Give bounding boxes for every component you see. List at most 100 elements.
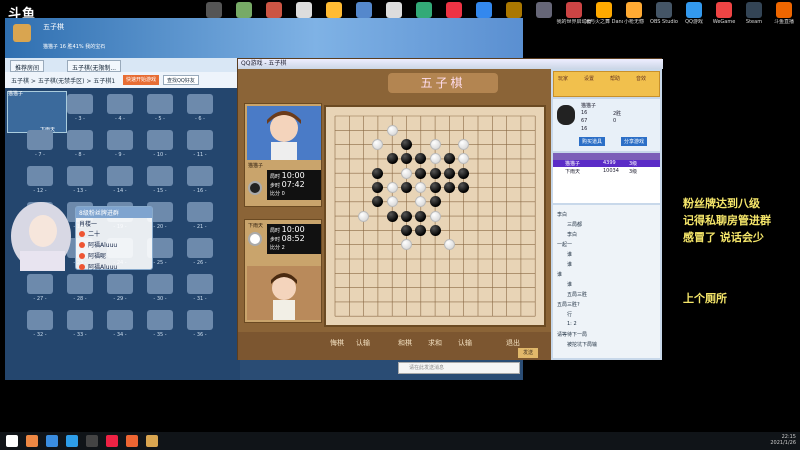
lobby-table[interactable] xyxy=(67,166,93,186)
lobby-table[interactable] xyxy=(147,310,173,330)
black-stone xyxy=(429,167,441,179)
info-rate: 0 xyxy=(613,118,617,124)
lobby-table[interactable] xyxy=(107,310,133,330)
draw-button[interactable]: 和棋 xyxy=(398,338,412,348)
lobby-table[interactable] xyxy=(187,130,213,150)
list-rank: 4399 xyxy=(603,160,616,166)
black-stone xyxy=(401,210,412,222)
lobby-table[interactable] xyxy=(107,94,133,114)
player2-avatar-icon xyxy=(247,266,321,320)
lobby-table[interactable] xyxy=(67,130,93,150)
player2-card: 下雨天 局时 10:00 步时 08:52 比分 2 xyxy=(244,219,322,323)
start-icon[interactable] xyxy=(6,435,18,447)
white-stone xyxy=(386,182,398,193)
tab-players[interactable]: 玩家 xyxy=(558,75,568,82)
lobby-table[interactable] xyxy=(27,274,53,294)
lobby-table[interactable] xyxy=(187,310,213,330)
peace-button[interactable]: 求和 xyxy=(428,338,442,348)
white-stone xyxy=(443,239,455,251)
table-number: - 13 - xyxy=(73,188,87,194)
table-number: - 30 - xyxy=(153,296,167,302)
lobby-table[interactable] xyxy=(67,310,93,330)
active-table[interactable] xyxy=(7,91,67,133)
game-icon xyxy=(13,24,31,42)
lobby-table[interactable] xyxy=(67,94,93,114)
table-number: - 3 - xyxy=(75,116,85,122)
table-number: - 8 - xyxy=(75,152,85,158)
chat-message: 三局都 xyxy=(567,222,583,228)
resign-button[interactable]: 认输 xyxy=(356,338,370,348)
table-number: - 35 - xyxy=(153,332,167,338)
lobby-table[interactable] xyxy=(147,274,173,294)
exit-button[interactable]: 退出 xyxy=(506,338,520,348)
chrome-icon[interactable] xyxy=(26,435,38,447)
share-game-button[interactable]: 分享游戏 xyxy=(621,137,648,146)
tab-sound[interactable]: 音效 xyxy=(636,75,646,82)
desktop-shortcut-icon[interactable]: 斗鱼直播 xyxy=(765,2,800,32)
chat-message: 五局三胜? xyxy=(557,302,580,308)
black-stone xyxy=(443,182,455,193)
send-button[interactable]: 发送 xyxy=(518,348,538,358)
side-text-1: 粉丝牌达到八级 xyxy=(683,197,760,210)
tab-gomoku[interactable]: 五子棋(无限制... xyxy=(67,60,122,72)
lobby-table[interactable] xyxy=(147,130,173,150)
game-control-bar: 悔棋 认输 和棋 求和 认输 退出 xyxy=(238,332,553,360)
player2-timer: 局时 10:00 步时 08:52 比分 2 xyxy=(267,224,321,254)
player2-total-time: 10:00 xyxy=(281,225,305,234)
shortcut-image-icon xyxy=(566,2,582,18)
lobby-table[interactable] xyxy=(147,166,173,186)
chat-input[interactable]: 请在此发送消息 xyxy=(398,362,520,374)
lobby-table[interactable] xyxy=(107,274,133,294)
lobby-table[interactable] xyxy=(27,130,53,150)
shortcut-image-icon xyxy=(506,2,522,18)
table-number: - 15 - xyxy=(153,188,167,194)
fan-card-header: 8级粉丝牌进群 xyxy=(76,207,152,218)
tab-settings[interactable]: 设置 xyxy=(584,75,594,82)
gomoku-taskbar-icon[interactable] xyxy=(146,435,158,447)
lobby-table[interactable] xyxy=(187,238,213,258)
lobby-table[interactable] xyxy=(107,130,133,150)
list-rank: 10034 xyxy=(603,168,619,174)
list-header xyxy=(553,153,660,160)
table-number: - 9 - xyxy=(115,152,125,158)
info-total: 67 xyxy=(581,118,588,124)
lobby-table[interactable] xyxy=(27,166,53,186)
buy-items-button[interactable]: 购买道具 xyxy=(579,137,606,146)
app-icon[interactable] xyxy=(66,435,78,447)
quick-start-button[interactable]: 快速开始游戏 xyxy=(123,75,160,85)
lobby-table[interactable] xyxy=(187,166,213,186)
lobby-table[interactable] xyxy=(67,274,93,294)
gomoku-board[interactable] xyxy=(324,105,546,327)
shortcut-image-icon xyxy=(776,2,792,18)
player-top-name: 猫猫子 xyxy=(8,91,24,97)
app-icon[interactable] xyxy=(106,435,118,447)
taskbar: 22:15 2021/1/26 xyxy=(0,432,800,450)
tab-help[interactable]: 帮助 xyxy=(610,75,620,82)
table-number: - 36 - xyxy=(193,332,207,338)
obs-icon[interactable] xyxy=(86,435,98,447)
table-number: - 12 - xyxy=(33,188,47,194)
lobby-table[interactable] xyxy=(147,94,173,114)
player2-step-time: 08:52 xyxy=(281,234,305,243)
lobby-table[interactable] xyxy=(187,274,213,294)
shortcut-image-icon xyxy=(716,2,732,18)
lobby-table[interactable] xyxy=(187,94,213,114)
concede-button[interactable]: 认输 xyxy=(458,338,472,348)
lobby-table[interactable] xyxy=(27,310,53,330)
chat-message: 请等待下一局 xyxy=(557,332,588,338)
app-icon[interactable] xyxy=(46,435,58,447)
game-title-bar: QQ游戏 - 五子棋 xyxy=(238,59,663,69)
player1-timer: 局时 10:00 步时 07:42 比分 0 xyxy=(267,170,321,200)
app-icon[interactable] xyxy=(126,435,138,447)
undo-button[interactable]: 悔棋 xyxy=(330,338,344,348)
table-number: - 6 - xyxy=(195,116,205,122)
player1-avatar-icon xyxy=(247,106,321,160)
lobby-table[interactable] xyxy=(107,166,133,186)
tab-recommended[interactable]: 推荐房间 xyxy=(10,60,45,72)
find-friend-button[interactable]: 查找QQ好友 xyxy=(163,75,199,85)
chat-message: 李白 xyxy=(557,212,568,218)
side-text-4: 上个厕所 xyxy=(683,292,727,305)
lobby-title: 五子棋 xyxy=(43,23,64,31)
lobby-table[interactable] xyxy=(187,202,213,222)
player1-step-time: 07:42 xyxy=(281,180,305,189)
